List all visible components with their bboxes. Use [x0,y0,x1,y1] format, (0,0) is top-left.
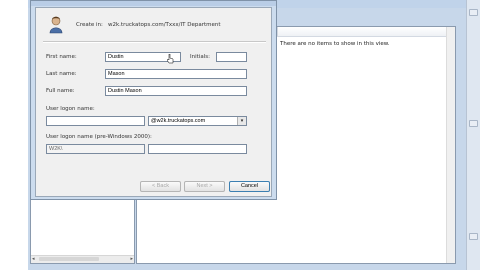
column-separator[interactable] [277,27,278,36]
desktop-edge-bar [466,0,480,270]
first-name-label: First name: [46,54,77,60]
prewin-logon-label: User logon name (pre-Windows 2000): [46,134,152,140]
logon-name-field[interactable] [46,116,145,126]
dropdown-arrow-icon[interactable]: ▾ [237,117,246,125]
section-divider [43,41,266,43]
list-vertical-scrollbar[interactable] [446,27,455,263]
tree-horizontal-scrollbar[interactable]: ◂ ▸ [31,255,134,263]
cancel-button[interactable]: Cancel [229,181,270,192]
create-in-label: Create in: [76,22,103,28]
user-avatar-icon [49,16,63,34]
prewin-domain-field: W2K\ [46,144,145,154]
dialog-title-bar[interactable] [31,1,276,6]
initials-label: Initials: [190,54,210,60]
empty-list-message: There are no items to show in this view. [280,41,390,47]
scroll-right-icon[interactable]: ▸ [130,256,133,262]
prewin-logon-field[interactable] [148,144,247,154]
full-name-field[interactable]: Dustin Mason [105,86,247,96]
logon-name-label: User logon name: [46,106,95,112]
domain-suffix-select[interactable]: @w2k.truckatops.com ▾ [148,116,247,126]
scroll-left-icon[interactable]: ◂ [32,256,35,262]
dialog-body: Create in: w2k.truckatops.com/Txxx/IT De… [35,7,272,197]
create-in-path: w2k.truckatops.com/Txxx/IT Department [108,22,221,28]
initials-field[interactable] [216,52,247,62]
edge-button[interactable] [469,9,478,16]
edge-button[interactable] [469,233,478,240]
edge-button[interactable] [469,120,478,127]
scroll-thumb[interactable] [39,257,99,261]
new-user-dialog: Create in: w2k.truckatops.com/Txxx/IT De… [30,0,277,200]
last-name-field[interactable]: Mason [105,69,247,79]
domain-suffix-value: @w2k.truckatops.com [151,118,206,124]
last-name-label: Last name: [46,71,77,77]
mouse-cursor-icon [167,54,174,64]
back-button[interactable]: < Back [140,181,181,192]
next-button[interactable]: Next > [184,181,225,192]
full-name-label: Full name: [46,88,75,94]
